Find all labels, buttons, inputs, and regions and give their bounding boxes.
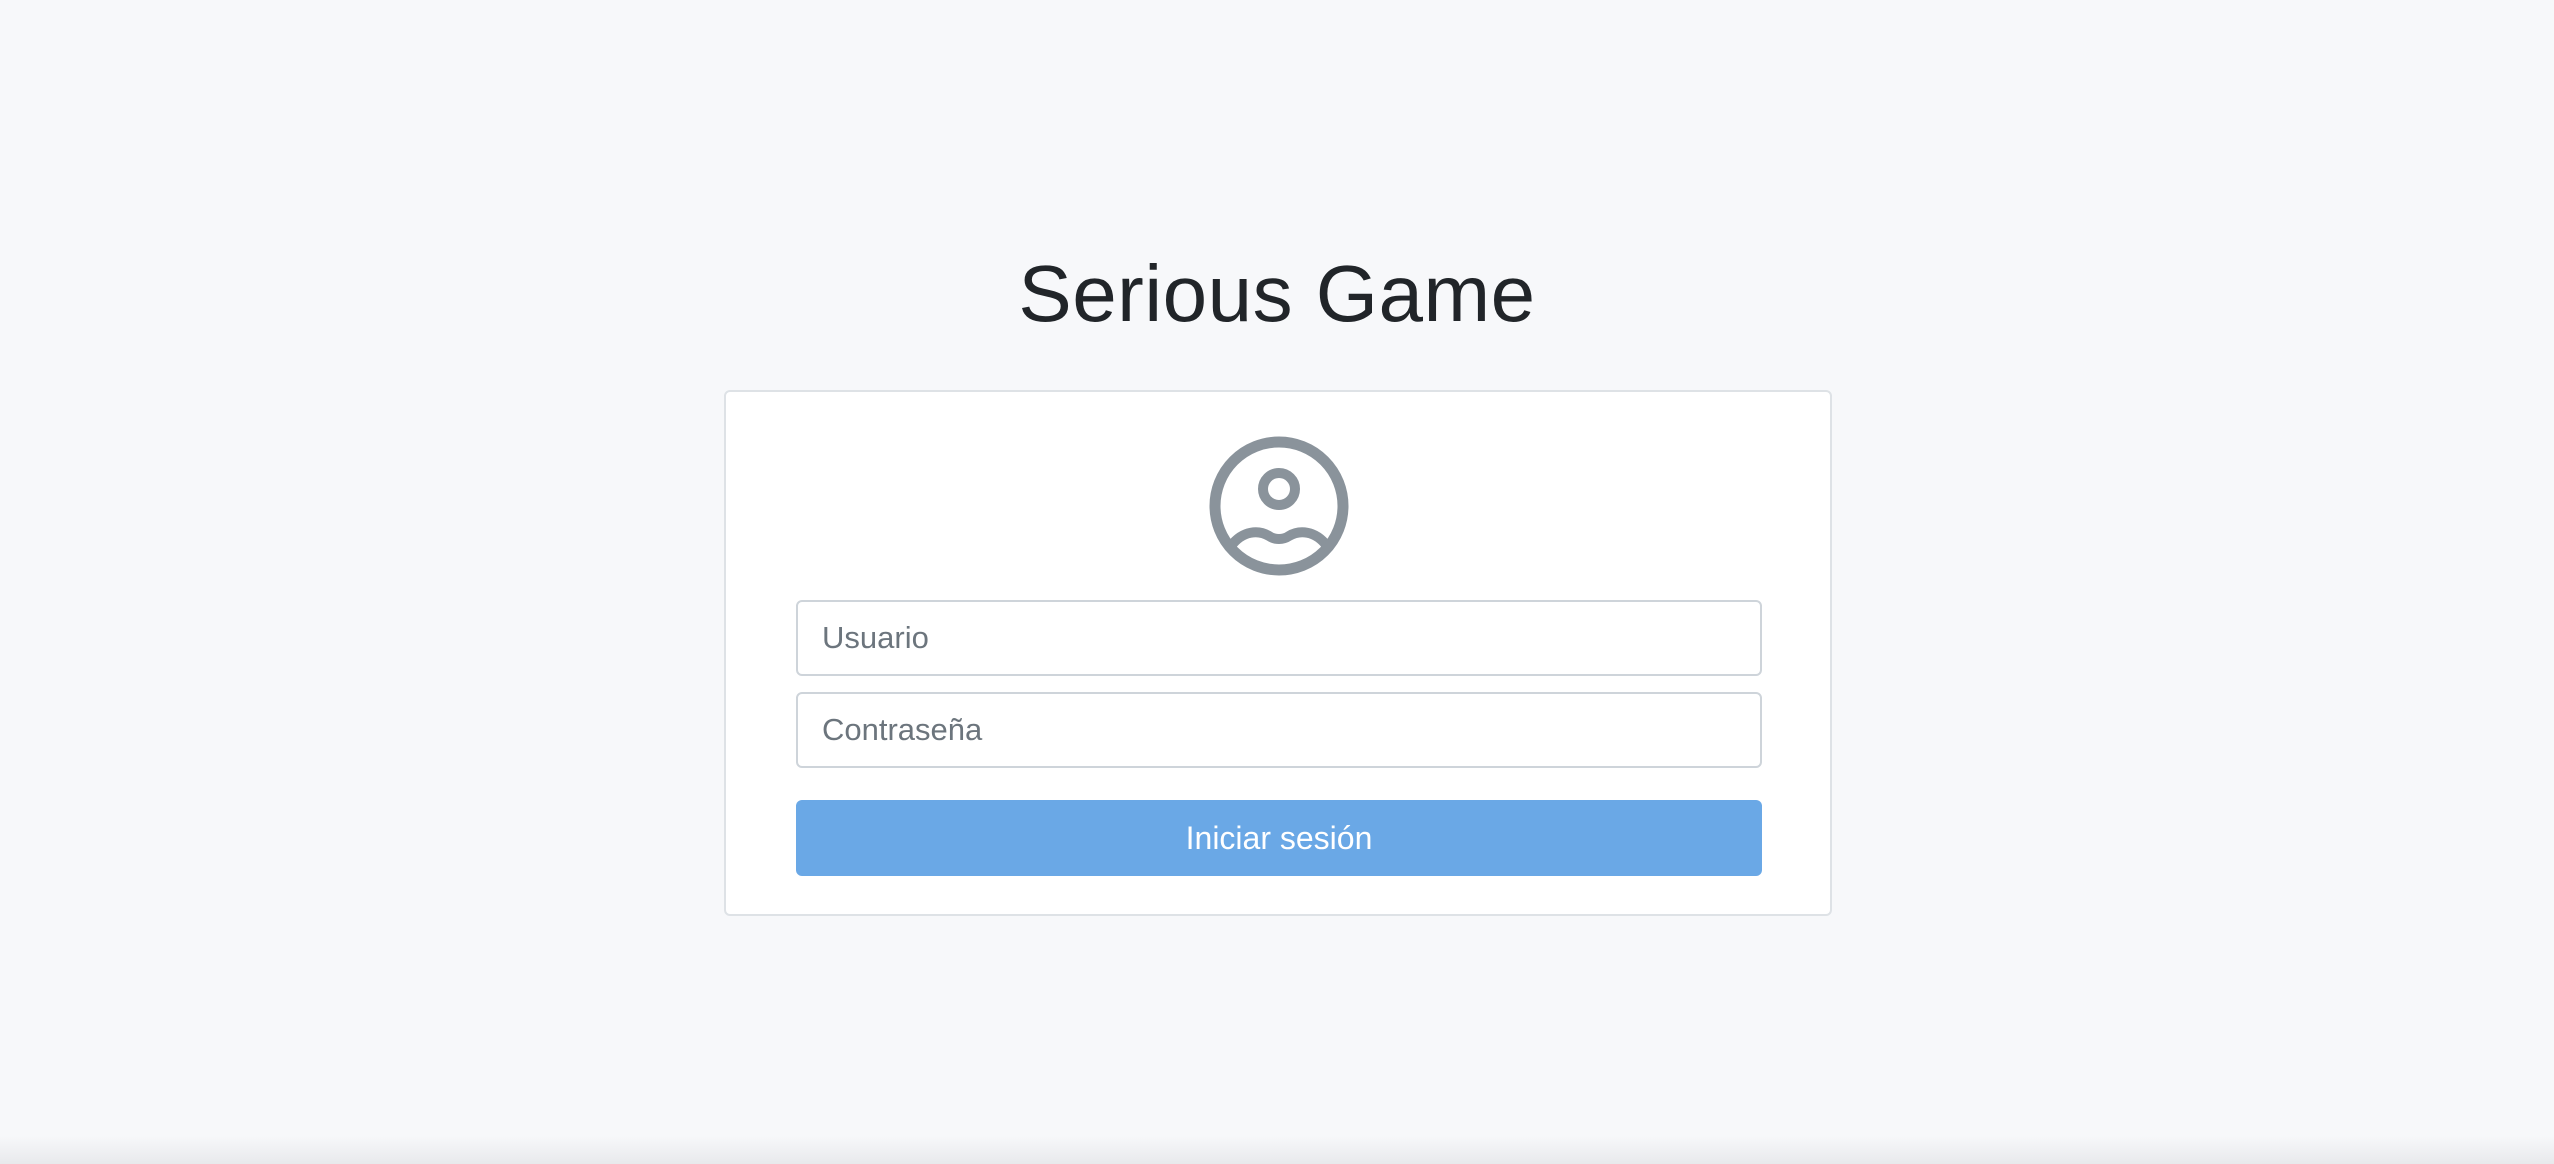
login-card: Iniciar sesión [724,390,1832,916]
page-title: Serious Game [1018,249,1536,338]
bottom-edge-shadow [0,1136,2554,1164]
password-input[interactable] [796,692,1762,768]
login-button[interactable]: Iniciar sesión [796,800,1762,876]
username-input[interactable] [796,600,1762,676]
login-page: Serious Game Iniciar sesión [0,0,2554,1164]
user-circle-icon [1207,434,1351,578]
